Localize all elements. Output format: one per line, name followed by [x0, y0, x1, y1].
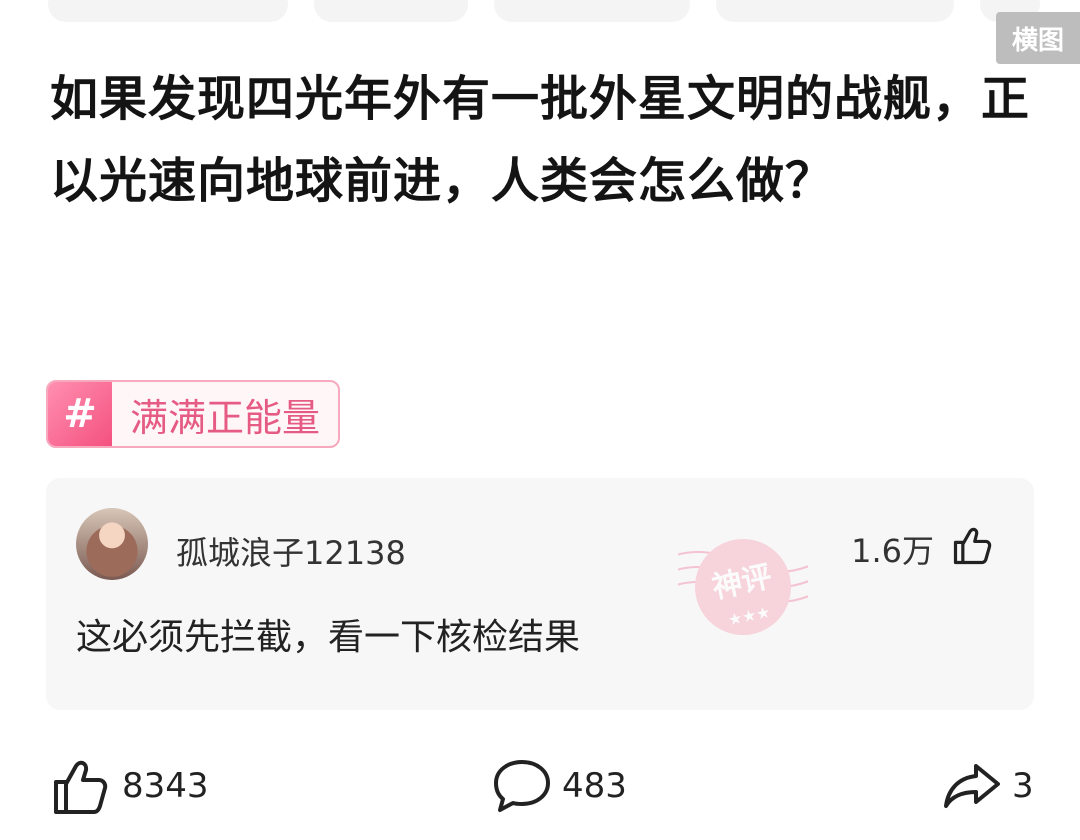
comment-username[interactable]: 孤城浪子12138	[176, 528, 406, 574]
share-button[interactable]: 3	[940, 754, 1034, 818]
avatar[interactable]	[76, 508, 148, 580]
like-count: 8343	[122, 766, 209, 806]
comment-bubble-icon	[494, 760, 550, 812]
top-tab-strip	[0, 0, 1080, 26]
share-count: 3	[1012, 766, 1034, 806]
tab-chip[interactable]	[48, 0, 288, 22]
thumbs-up-icon	[54, 760, 108, 814]
like-button[interactable]: 8343	[50, 754, 209, 818]
hashtag-icon: #	[48, 382, 112, 446]
landscape-image-badge: 横图	[996, 12, 1080, 64]
comment-text: 这必须先拦截，看一下核检结果	[76, 617, 581, 658]
share-arrow-icon	[944, 764, 1000, 808]
top-comment-card[interactable]: 孤城浪子12138 1.6万 这必须先拦截，看一下核检结果 神评 ★★★	[46, 478, 1034, 710]
god-comment-stamp: 神评 ★★★	[678, 539, 808, 635]
tab-chip[interactable]	[716, 0, 954, 22]
topic-tag[interactable]: # 满满正能量	[46, 380, 341, 448]
tab-chip[interactable]	[314, 0, 468, 22]
comment-button[interactable]: 483	[490, 754, 627, 818]
comment-like-count: 1.6万	[851, 532, 934, 570]
thumbs-up-icon[interactable]	[950, 524, 994, 568]
tab-chip[interactable]	[494, 0, 690, 22]
question-title[interactable]: 如果发现四光年外有一批外星文明的战舰，正以光速向地球前进，人类会怎么做？	[50, 58, 1030, 222]
comment-count: 483	[562, 766, 627, 806]
action-bar: 8343 483 3	[0, 740, 1080, 840]
topic-label: 满满正能量	[130, 395, 321, 440]
